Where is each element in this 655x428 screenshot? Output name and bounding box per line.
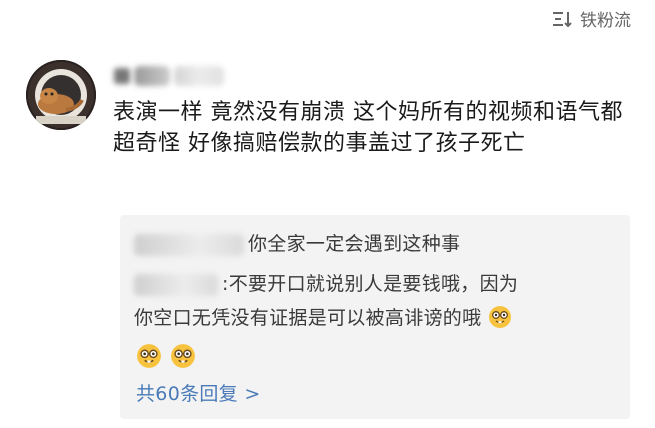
replies-panel: 你全家一定会遇到这种事 :不要开口就说别人是要钱哦，因为 你空口无凭没有证据是可… [120, 215, 630, 419]
reply-item[interactable]: 你全家一定会遇到这种事 [134, 227, 618, 261]
nerd-face-emoji-icon [488, 306, 511, 328]
view-more-replies-link[interactable]: 共60条回复 > [136, 379, 261, 406]
reply-text-line1: :不要开口就说别人是要钱哦，因为 [222, 273, 519, 295]
nerd-face-emoji-icon [171, 344, 195, 368]
fans-label: 铁粉流 [580, 11, 631, 31]
reply-username-redacted [134, 273, 218, 296]
avatar[interactable] [26, 60, 96, 130]
avatar-image [26, 60, 96, 130]
username-redacted[interactable] [114, 64, 224, 90]
fans-list-icon [553, 11, 572, 27]
reply-text: 你全家一定会遇到这种事 [248, 233, 461, 255]
fans-header[interactable]: 铁粉流 [552, 6, 631, 31]
reply-username-redacted [134, 233, 244, 256]
emoji-row [136, 343, 196, 369]
reply-text-line2: 你空口无凭没有证据是可以被高诽谤的哦 [134, 307, 482, 329]
nerd-face-emoji-icon [137, 344, 161, 368]
reply-item[interactable]: :不要开口就说别人是要钱哦，因为 你空口无凭没有证据是可以被高诽谤的哦 [134, 267, 618, 335]
comment-text: 表演一样 竟然没有崩溃 这个妈所有的视频和语气都超奇怪 好像搞赔偿款的事盖过了孩… [113, 100, 623, 156]
